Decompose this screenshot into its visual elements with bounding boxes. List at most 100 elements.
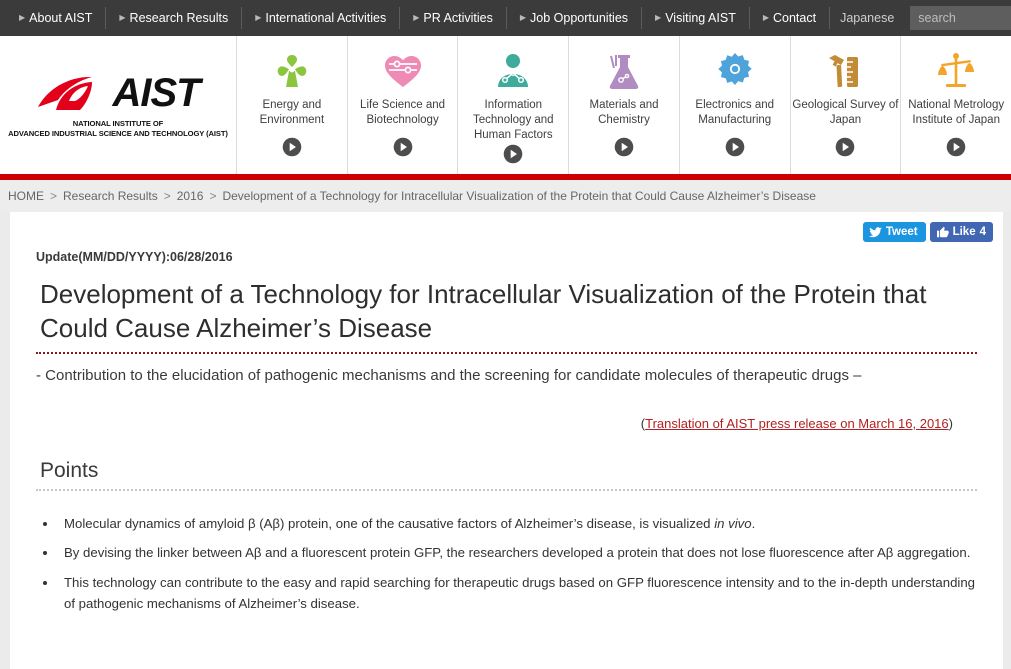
section-heading-points: Points (36, 459, 977, 491)
category-nav-label: Energy and Environment (259, 99, 325, 127)
play-circle-icon (946, 137, 966, 157)
chevron-right-icon: ▶ (413, 13, 420, 22)
breadcrumb-item-1[interactable]: Research Results (63, 189, 158, 203)
play-button[interactable] (725, 137, 745, 162)
search-box[interactable] (910, 6, 1011, 30)
play-circle-icon (503, 144, 523, 163)
article-card: Tweet Like 4 Update(MM/DD/YYYY):06/28/20… (10, 212, 1003, 669)
social-buttons: Tweet Like 4 (862, 222, 993, 242)
logo-subtitle: NATIONAL INSTITUTE OF ADVANCED INDUSTRIA… (8, 119, 228, 138)
point-text: By devising the linker between Aβ and a … (64, 545, 971, 561)
play-circle-icon (725, 137, 745, 157)
aist-swoosh-icon (38, 76, 93, 110)
category-icon-wrap (713, 49, 757, 93)
update-date: Update(MM/DD/YYYY):06/28/2016 (36, 250, 233, 264)
top-nav-item-label: Contact (772, 11, 817, 25)
category-icon-wrap (381, 49, 425, 93)
play-circle-icon (836, 137, 855, 157)
translation-note: (Translation of AIST press release on Ma… (36, 416, 977, 431)
play-button[interactable] (614, 137, 634, 162)
top-utility-nav: ▶ About AIST ▶ Research Results ▶ Internation… (0, 0, 1011, 36)
top-nav-item-3[interactable]: ▶ PR Activities (400, 7, 507, 29)
play-button[interactable] (393, 137, 413, 162)
breadcrumb-item-3: Development of a Technology for Intracel… (222, 189, 816, 203)
search-input[interactable] (910, 6, 1011, 30)
category-nav-item-5[interactable]: Geological Survey of Japan (791, 36, 902, 174)
logo-wordmark: AIST (112, 71, 200, 116)
language-label: Japanese (840, 11, 895, 25)
hammer-ruler-icon (829, 55, 859, 88)
page-wrapper: Tweet Like 4 Update(MM/DD/YYYY):06/28/20… (0, 212, 1011, 669)
points-list-item-2: This technology can contribute to the ea… (58, 572, 977, 615)
translation-link[interactable]: Translation of AIST press release on Mar… (645, 416, 949, 431)
chevron-right-icon: ▶ (519, 13, 527, 22)
point-text: Molecular dynamics of amyloid β (Aβ) pro… (64, 515, 715, 531)
breadcrumb-separator: > (209, 189, 217, 203)
category-icon-wrap (934, 49, 978, 93)
language-switch-japanese[interactable]: Japanese (829, 7, 910, 29)
top-nav-item-label: Job Opportunities (530, 11, 629, 25)
category-nav-label: Life Science and Biotechnology (360, 99, 446, 127)
aist-logo[interactable]: AIST NATIONAL INSTITUTE OF ADVANCED INDU… (0, 36, 237, 174)
tweet-label: Tweet (885, 226, 918, 238)
category-nav-label: Electronics and Manufacturing (695, 99, 775, 127)
point-text: This technology can contribute to the ea… (64, 574, 975, 612)
gear-icon (718, 53, 752, 85)
top-nav-item-5[interactable]: ▶ Visiting AIST (642, 7, 750, 29)
category-nav-label: Geological Survey of Japan (792, 99, 899, 127)
heart-icon (384, 56, 421, 87)
top-nav-right: Japanese (829, 0, 1011, 36)
chevron-right-icon: ▶ (255, 13, 262, 22)
point-emphasis: in vivo (714, 515, 752, 531)
category-nav-label: National Metrology Institute of Japan (908, 99, 1005, 127)
play-button[interactable] (835, 137, 855, 162)
thumbs-up-icon (936, 226, 949, 238)
play-button[interactable] (946, 137, 966, 162)
like-count: 4 (979, 226, 986, 238)
breadcrumb-item-2[interactable]: 2016 (177, 189, 204, 203)
twitter-bird-icon (868, 226, 882, 237)
chevron-right-icon: ▶ (19, 13, 26, 22)
top-nav-item-6[interactable]: ▶ Contact (750, 7, 829, 29)
windmill-icon (277, 55, 307, 87)
logo-subtitle-line1: NATIONAL INSTITUTE OF (72, 119, 164, 129)
translation-suffix: ) (948, 415, 953, 431)
top-nav-item-0[interactable]: ▶ About AIST (6, 7, 107, 29)
chevron-right-icon: ▶ (119, 13, 126, 22)
logo-row: AIST (36, 71, 201, 116)
top-nav-item-label: International Activities (265, 11, 387, 25)
category-nav-item-1[interactable]: Life Science and Biotechnology (348, 36, 459, 174)
tweet-button[interactable]: Tweet (862, 222, 926, 242)
top-nav-links: ▶ About AIST ▶ Research Results ▶ Internation… (6, 0, 829, 36)
facebook-like-button[interactable]: Like 4 (929, 222, 993, 242)
category-icon-wrap (823, 49, 867, 93)
breadcrumb-item-0[interactable]: HOME (8, 189, 44, 203)
top-nav-item-label: PR Activities (423, 11, 493, 25)
chevron-right-icon: ▶ (762, 13, 769, 22)
play-button[interactable] (282, 137, 302, 162)
top-nav-item-1[interactable]: ▶ Research Results (106, 7, 243, 29)
play-button[interactable] (503, 144, 523, 169)
category-nav-item-0[interactable]: Energy and Environment (237, 36, 348, 174)
category-nav-item-6[interactable]: National Metrology Institute of Japan (901, 36, 1011, 174)
site-header: AIST NATIONAL INSTITUTE OF ADVANCED INDU… (0, 36, 1011, 180)
top-nav-item-label: Visiting AIST (665, 11, 736, 25)
category-nav-label: Materials and Chemistry (589, 99, 659, 127)
point-text-tail: . (751, 515, 756, 531)
category-nav-item-4[interactable]: Electronics and Manufacturing (680, 36, 791, 174)
scales-icon (938, 53, 975, 87)
breadcrumb: HOME > Research Results >2016 > Development o… (8, 189, 816, 203)
top-nav-item-2[interactable]: ▶ International Activities (242, 7, 401, 29)
logo-subtitle-line2: ADVANCED INDUSTRIAL SCIENCE AND TECHNOLO… (8, 129, 228, 138)
category-nav-item-3[interactable]: Materials and Chemistry (569, 36, 680, 174)
article-subtitle: - Contribution to the elucidation of pat… (36, 366, 862, 384)
points-list-item-0: Molecular dynamics of amyloid β (Aβ) pro… (58, 513, 977, 534)
top-nav-item-label: Research Results (129, 11, 229, 25)
top-nav-item-4[interactable]: ▶ Job Opportunities (507, 7, 643, 29)
page-title: Development of a Technology for Intracel… (36, 278, 977, 354)
points-list: Molecular dynamics of amyloid β (Aβ) pro… (36, 513, 977, 615)
top-nav-item-label: About AIST (29, 11, 93, 25)
chevron-right-icon: ▶ (655, 13, 662, 22)
category-icon-wrap (270, 49, 314, 93)
category-nav-item-2[interactable]: Information Technology and Human Factors (458, 36, 570, 174)
